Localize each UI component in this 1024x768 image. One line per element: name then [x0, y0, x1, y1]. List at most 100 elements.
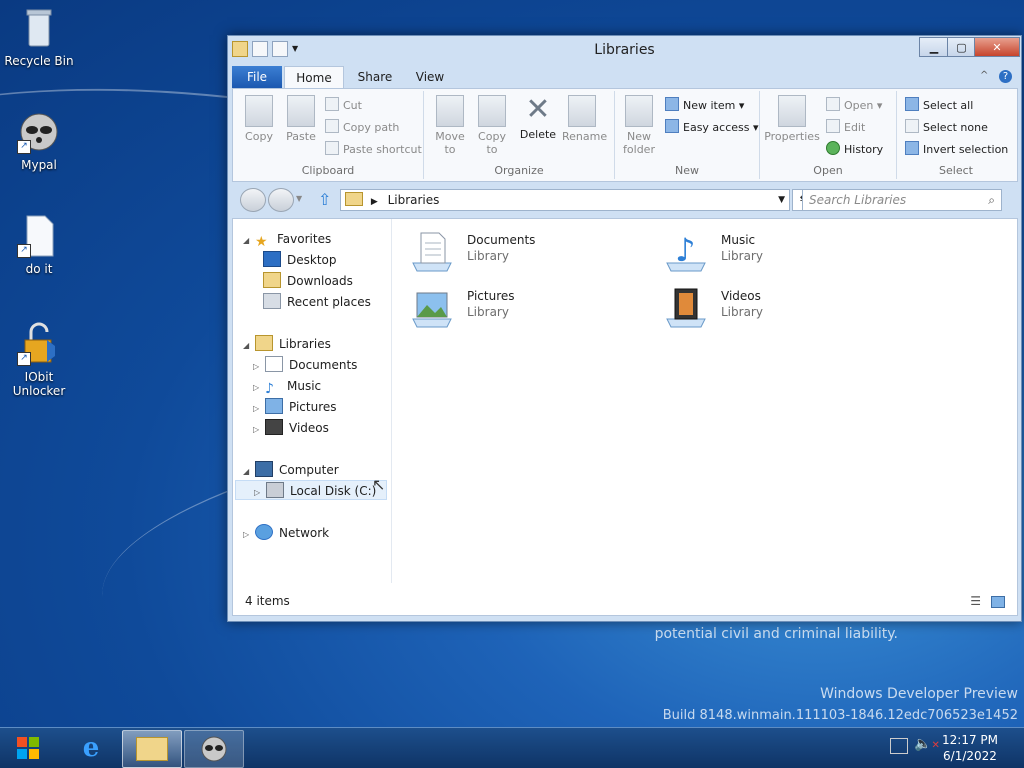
tree-desktop[interactable]: Desktop [263, 250, 337, 270]
expanded-arrow-icon[interactable]: ◢ [243, 231, 255, 251]
minimize-ribbon-icon[interactable]: ^ [980, 70, 988, 81]
library-videos[interactable]: Videos Library [663, 283, 903, 331]
recent-locations-chevron-icon[interactable]: ▼ [296, 194, 302, 203]
star-icon: ★ [255, 234, 268, 250]
collapsed-arrow-icon[interactable]: ▷ [253, 399, 265, 419]
copy-to-button[interactable]: Copy to [472, 95, 512, 156]
start-button[interactable] [0, 730, 56, 766]
close-button[interactable]: ✕ [974, 37, 1020, 57]
copy-to-icon [478, 95, 506, 127]
svg-text:♪: ♪ [675, 231, 695, 269]
busy-cursor-icon: ↖ [372, 475, 386, 494]
collapsed-arrow-icon[interactable]: ▷ [253, 420, 265, 440]
select-all-button[interactable]: Select all [905, 97, 973, 115]
desktop-icon-do-it[interactable]: ↗ do it [0, 214, 78, 276]
properties-button[interactable]: Properties [764, 95, 820, 143]
address-bar[interactable]: ▶ Libraries ▼ [340, 189, 790, 211]
library-type: Library [721, 305, 763, 319]
paste-button[interactable]: Paste [281, 95, 321, 143]
tab-home[interactable]: Home [284, 66, 344, 90]
tab-view[interactable]: View [404, 66, 456, 88]
up-arrow-icon[interactable]: ⇧ [318, 190, 331, 209]
tab-file[interactable]: File [232, 66, 282, 88]
breadcrumb-libraries[interactable]: Libraries [388, 193, 440, 207]
taskbar-internet-explorer[interactable]: e [62, 730, 120, 766]
help-icon[interactable]: ? [999, 70, 1012, 83]
large-icons-view-icon[interactable] [991, 596, 1005, 608]
edit-button[interactable]: Edit [826, 119, 865, 137]
tree-favorites[interactable]: ◢ ★ Favorites [243, 229, 331, 249]
address-dropdown-icon[interactable]: ▼ [778, 190, 785, 210]
collapsed-arrow-icon[interactable]: ▷ [243, 525, 255, 545]
desktop-watermark-edition: Windows Developer Preview [820, 686, 1018, 702]
copy-button[interactable]: Copy [239, 95, 279, 143]
system-clock[interactable]: 12:17 PM 6/1/2022 [942, 732, 998, 764]
collapsed-arrow-icon[interactable]: ▷ [253, 357, 265, 377]
breadcrumb-chevron-icon[interactable]: ▶ [371, 197, 378, 207]
maximize-button[interactable]: ▢ [947, 37, 976, 57]
desktop-icon-iobit-unlocker[interactable]: ↗ IObit Unlocker [0, 322, 78, 398]
title-bar[interactable]: ▼ Libraries ▁ ▢ ✕ [228, 36, 1021, 64]
library-name: Music [721, 233, 756, 247]
tab-share[interactable]: Share [346, 66, 404, 88]
tree-downloads[interactable]: Downloads [263, 271, 353, 291]
libraries-icon [255, 335, 273, 351]
move-to-icon [436, 95, 464, 127]
forward-button[interactable] [268, 188, 294, 212]
volume-muted-tray-icon[interactable]: 🔈✕ [914, 736, 940, 752]
raccoon-icon [201, 736, 227, 762]
content-area: ◢ ★ Favorites Desktop Downloads Recent pla… [232, 218, 1018, 616]
tree-computer[interactable]: ◢ Computer [243, 460, 339, 480]
select-none-icon [905, 119, 919, 133]
paste-shortcut-button[interactable]: Paste shortcut [325, 141, 422, 159]
tree-libraries[interactable]: ◢ Libraries [243, 334, 331, 354]
expanded-arrow-icon[interactable]: ◢ [243, 462, 255, 482]
tree-recent-places[interactable]: Recent places [263, 292, 371, 312]
library-music[interactable]: ♪ Music Library [663, 227, 903, 275]
details-view-icon[interactable]: ☰ [970, 587, 981, 615]
tree-videos[interactable]: ▷ Videos [253, 418, 329, 438]
library-name: Pictures [467, 289, 515, 303]
easy-access-button[interactable]: Easy access ▾ [665, 119, 759, 137]
move-to-button[interactable]: Move to [430, 95, 470, 156]
recent-places-icon [263, 293, 281, 309]
status-bar: 4 items ☰ [233, 587, 1017, 615]
expanded-arrow-icon[interactable]: ◢ [243, 336, 255, 356]
tree-local-disk[interactable]: ▷ Local Disk (C:) [235, 480, 387, 500]
tree-documents[interactable]: ▷ Documents [253, 355, 357, 375]
new-folder-button[interactable]: New folder [619, 95, 659, 156]
select-all-icon [905, 97, 919, 111]
minimize-button[interactable]: ▁ [919, 37, 949, 57]
select-none-button[interactable]: Select none [905, 119, 988, 137]
libraries-folder-icon [345, 192, 363, 206]
scissors-icon [325, 97, 339, 111]
collapsed-arrow-icon[interactable]: ▷ [253, 378, 265, 398]
windows-logo-icon [17, 737, 39, 759]
navigation-pane: ◢ ★ Favorites Desktop Downloads Recent pla… [233, 219, 392, 583]
open-button[interactable]: Open ▾ [826, 97, 882, 115]
tree-pictures[interactable]: ▷ Pictures [253, 397, 337, 417]
taskbar-file-explorer[interactable] [122, 730, 182, 768]
history-button[interactable]: History [826, 141, 883, 159]
network-globe-icon [255, 524, 273, 540]
network-tray-icon[interactable] [890, 738, 908, 754]
back-button[interactable] [240, 188, 266, 212]
cut-button[interactable]: Cut [325, 97, 362, 115]
rename-button[interactable]: Rename [562, 95, 607, 143]
library-type: Library [721, 249, 763, 263]
invert-selection-button[interactable]: Invert selection [905, 141, 1008, 159]
tree-music[interactable]: ▷ ♪ Music [253, 376, 321, 396]
open-icon [826, 97, 840, 111]
desktop-icon-mypal[interactable]: ↗ Mypal [0, 110, 78, 172]
copy-path-button[interactable]: Copy path [325, 119, 399, 137]
tree-network[interactable]: ▷ Network [243, 523, 329, 543]
delete-button[interactable]: ✕ Delete [518, 95, 558, 142]
library-pictures[interactable]: Pictures Library [409, 283, 649, 331]
desktop-icon-recycle-bin[interactable]: Recycle Bin [0, 6, 78, 68]
search-input[interactable]: Search Libraries ⌕ [802, 189, 1002, 211]
unlocked-padlock-icon: ↗ [17, 322, 61, 366]
taskbar-mypal[interactable] [184, 730, 244, 768]
collapsed-arrow-icon[interactable]: ▷ [254, 483, 266, 503]
new-item-button[interactable]: New item ▾ [665, 97, 744, 115]
library-documents[interactable]: Documents Library [409, 227, 649, 275]
